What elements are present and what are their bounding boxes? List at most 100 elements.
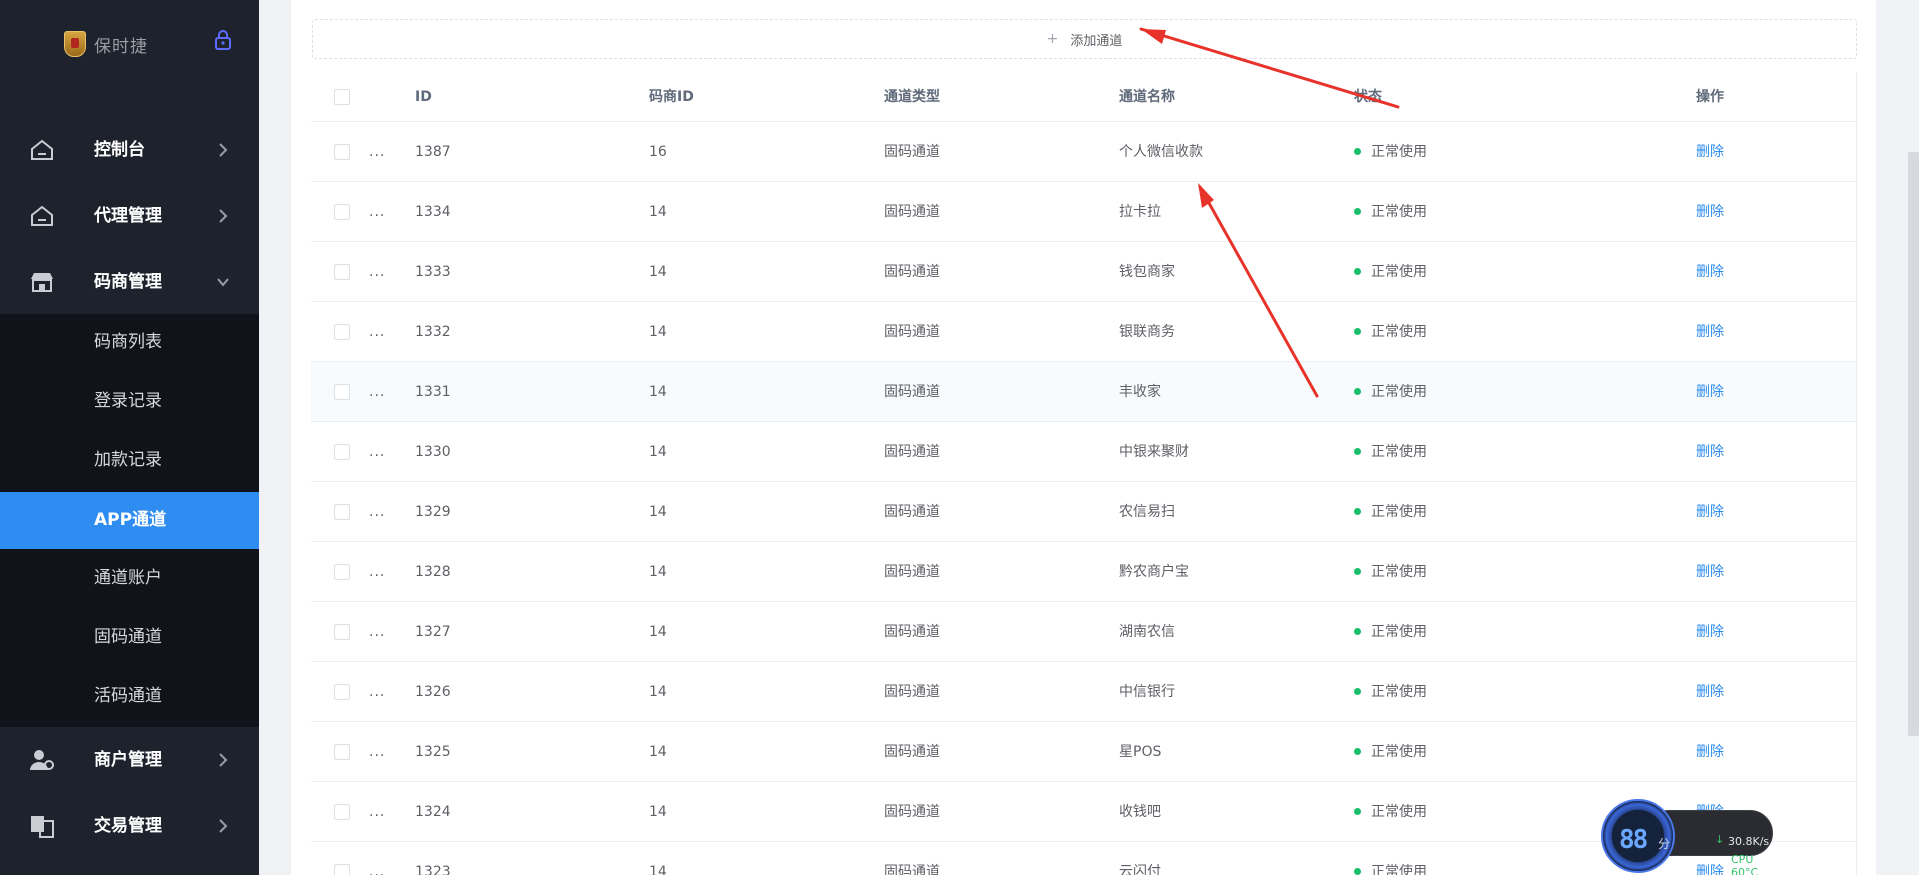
delete-link[interactable]: 删除 (1696, 122, 1724, 182)
cell-id: 1331 (415, 384, 451, 400)
row-checkbox[interactable] (334, 204, 350, 220)
cell-merchant-id: 14 (649, 324, 667, 340)
delete-link[interactable]: 删除 (1696, 662, 1724, 722)
submenu-code-merchant: 码商列表 登录记录 加款记录 APP通道 通道账户 固码通道 活码通道 (0, 314, 259, 727)
table-row: ... 1333 14 固码通道 钱包商家 正常使用 删除 (311, 242, 1856, 302)
sidebar-item-agent-management[interactable]: 代理管理 (0, 183, 259, 249)
delete-link[interactable]: 删除 (1696, 722, 1724, 782)
row-expand-menu[interactable]: ... (369, 482, 385, 542)
sidebar-item-merchant-list[interactable]: 码商列表 (0, 314, 259, 371)
chevron-right-icon (219, 143, 228, 157)
select-all-checkbox[interactable] (334, 89, 350, 105)
table-row: ... 1326 14 固码通道 中信银行 正常使用 删除 (311, 662, 1856, 722)
cell-merchant-id: 14 (649, 684, 667, 700)
row-expand-menu[interactable]: ... (369, 122, 385, 182)
sidebar-item-live-code-channel[interactable]: 活码通道 (0, 668, 259, 725)
sidebar-item-dashboard[interactable]: 控制台 (0, 117, 259, 183)
sidebar: 保时捷 控制台 代理管理 码商管理 码商列表 登录记录 加款记录 APP通道 通… (0, 0, 259, 875)
network-speed: 30.8K/s (1728, 835, 1770, 848)
row-checkbox[interactable] (334, 324, 350, 340)
row-checkbox[interactable] (334, 684, 350, 700)
row-expand-menu[interactable]: ... (369, 362, 385, 422)
cell-channel-name: 银联商务 (1119, 324, 1175, 340)
cell-merchant-id: 16 (649, 144, 667, 160)
status-text: 正常使用 (1371, 624, 1427, 640)
table-row: ... 1327 14 固码通道 湖南农信 正常使用 删除 (311, 602, 1856, 662)
chevron-right-icon (219, 209, 228, 223)
row-checkbox[interactable] (334, 864, 350, 875)
sidebar-item-login-records[interactable]: 登录记录 (0, 373, 259, 430)
row-checkbox[interactable] (334, 384, 350, 400)
cell-status: 正常使用 (1354, 782, 1427, 842)
system-monitor-widget[interactable]: ↓ 30.8K/s CPU 60°C 88 分 (1599, 796, 1775, 875)
row-checkbox[interactable] (334, 144, 350, 160)
row-checkbox[interactable] (334, 564, 350, 580)
cell-id: 1333 (415, 264, 451, 280)
lock-icon[interactable] (213, 30, 233, 50)
brand-name: 保时捷 (94, 37, 148, 57)
row-checkbox[interactable] (334, 744, 350, 760)
row-expand-menu[interactable]: ... (369, 722, 385, 782)
delete-link[interactable]: 删除 (1696, 482, 1724, 542)
cell-id: 1328 (415, 564, 451, 580)
delete-link[interactable]: 删除 (1696, 362, 1724, 422)
plus-icon: + (1046, 31, 1059, 47)
cell-channel-name: 黔农商户宝 (1119, 564, 1189, 580)
row-expand-menu[interactable]: ... (369, 782, 385, 842)
status-text: 正常使用 (1371, 684, 1427, 700)
row-checkbox[interactable] (334, 624, 350, 640)
delete-link[interactable]: 删除 (1696, 302, 1724, 362)
table-row: ... 1332 14 固码通道 银联商务 正常使用 删除 (311, 302, 1856, 362)
logo-row: 保时捷 (0, 0, 259, 80)
row-expand-menu[interactable]: ... (369, 302, 385, 362)
sidebar-item-code-merchant-management[interactable]: 码商管理 (0, 249, 259, 315)
sidebar-item-fixed-code-channel[interactable]: 固码通道 (0, 609, 259, 666)
status-dot-icon (1354, 387, 1361, 395)
cell-status: 正常使用 (1354, 842, 1427, 875)
row-expand-menu[interactable]: ... (369, 242, 385, 302)
cell-status: 正常使用 (1354, 422, 1427, 482)
cell-channel-name: 拉卡拉 (1119, 204, 1161, 220)
sidebar-item-transaction-management[interactable]: 交易管理 (0, 793, 259, 859)
delete-link[interactable]: 删除 (1696, 542, 1724, 602)
cell-channel-type: 固码通道 (884, 804, 940, 820)
row-checkbox[interactable] (334, 264, 350, 280)
sidebar-item-recharge-records[interactable]: 加款记录 (0, 432, 259, 489)
row-expand-menu[interactable]: ... (369, 662, 385, 722)
cell-merchant-id: 14 (649, 264, 667, 280)
cell-channel-name: 云闪付 (1119, 864, 1161, 875)
add-channel-button[interactable]: + 添加通道 (312, 19, 1857, 59)
row-expand-menu[interactable]: ... (369, 842, 385, 875)
sidebar-item-label: 代理管理 (94, 206, 162, 226)
row-checkbox[interactable] (334, 444, 350, 460)
sidebar-item-app-channel[interactable]: APP通道 (0, 492, 259, 549)
row-checkbox[interactable] (334, 804, 350, 820)
row-expand-menu[interactable]: ... (369, 182, 385, 242)
sidebar-item-label: 控制台 (94, 140, 145, 160)
row-expand-menu[interactable]: ... (369, 602, 385, 662)
delete-link[interactable]: 删除 (1696, 182, 1724, 242)
cell-channel-type: 固码通道 (884, 744, 940, 760)
row-checkbox[interactable] (334, 504, 350, 520)
status-dot-icon (1354, 567, 1361, 575)
sidebar-item-channel-accounts[interactable]: 通道账户 (0, 550, 259, 607)
delete-link[interactable]: 删除 (1696, 422, 1724, 482)
sidebar-item-label: 码商管理 (94, 272, 162, 292)
cell-channel-name: 丰收家 (1119, 384, 1161, 400)
cell-channel-type: 固码通道 (884, 444, 940, 460)
score-unit: 分 (1658, 837, 1671, 851)
sidebar-item-merchant-management[interactable]: 商户管理 (0, 727, 259, 793)
row-expand-menu[interactable]: ... (369, 422, 385, 482)
row-expand-menu[interactable]: ... (369, 542, 385, 602)
scrollbar-thumb[interactable] (1908, 152, 1919, 736)
cell-channel-name: 中银来聚财 (1119, 444, 1189, 460)
delete-link[interactable]: 删除 (1696, 242, 1724, 302)
delete-link[interactable]: 删除 (1696, 602, 1724, 662)
status-dot-icon (1354, 687, 1361, 695)
status-dot-icon (1354, 807, 1361, 815)
status-text: 正常使用 (1371, 564, 1427, 580)
cell-channel-type: 固码通道 (884, 564, 940, 580)
cell-merchant-id: 14 (649, 504, 667, 520)
chevron-down-icon (217, 278, 229, 287)
status-dot-icon (1354, 747, 1361, 755)
